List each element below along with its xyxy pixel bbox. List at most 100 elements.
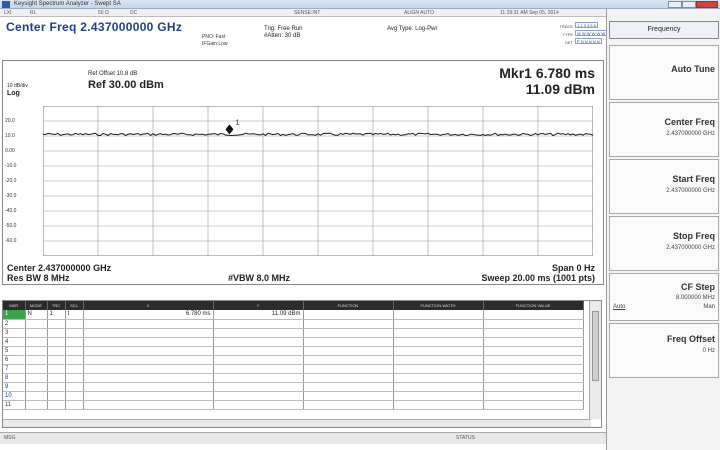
marker-table-cell (47, 400, 66, 410)
marker-table-row[interactable]: 2 (3, 319, 584, 329)
cf-step-auto[interactable]: Auto (613, 304, 625, 310)
marker-table-column-header: FUNCTION WIDTH (393, 301, 484, 310)
marker-table-cell (483, 310, 584, 320)
marker-table-column-header: FUNCTION (303, 301, 394, 310)
marker-table-cell (83, 328, 214, 338)
marker-table-row[interactable]: 3 (3, 328, 584, 338)
horizontal-scrollbar[interactable] (3, 419, 591, 427)
marker-table-cell (47, 355, 66, 365)
marker-table-cell (303, 319, 394, 329)
marker-table-column-header: FUNCTION VALUE (483, 301, 584, 310)
center-freq-button[interactable]: Center Freq 2.437000000 GHz (609, 102, 719, 157)
marker-table-column-header: X (83, 301, 214, 310)
marker-table-cell (65, 319, 84, 329)
plot-area[interactable]: 1 (43, 106, 593, 256)
measurement-header: Center Freq 2.437000000 GHz PNO: Fast IF… (2, 18, 608, 56)
marker-table-cell (393, 337, 484, 347)
marker-table-cell (83, 373, 214, 383)
marker-table-cell (83, 355, 214, 365)
type-value: W W W W W W (575, 30, 608, 36)
marker-table-cell (303, 310, 394, 320)
status-lxi: LXI (4, 10, 12, 16)
y-tick-label: -60.0 (5, 238, 17, 244)
window-titlebar: Keysight Spectrum Analyzer - Swept SA (0, 0, 720, 9)
marker-table-cell (303, 382, 394, 392)
marker-table-cell (83, 382, 214, 392)
marker-table-cell (303, 400, 394, 410)
marker-table-cell (213, 319, 304, 329)
marker-table-cell (25, 382, 48, 392)
marker-table-cell: 8 (3, 373, 26, 383)
marker-table-cell (25, 355, 48, 365)
marker-table-cell: 6.780 ms (83, 310, 214, 320)
cf-step-label: CF Step (680, 282, 715, 292)
marker-table-cell (483, 382, 584, 392)
det-value: P N N N N N (575, 38, 602, 44)
marker-table-cell: 11 (3, 400, 26, 410)
start-freq-button[interactable]: Start Freq 2.437000000 GHz (609, 159, 719, 214)
marker-table-cell (83, 400, 214, 410)
marker-table-row[interactable]: 11 (3, 400, 584, 410)
type-label: TYPE (562, 32, 573, 37)
res-bw-label: Res BW 8 MHz (7, 273, 70, 283)
softkey-menu-title: Frequency (609, 21, 719, 39)
marker-table-cell (83, 346, 214, 356)
det-label: DET (565, 40, 573, 45)
marker-table-cell (393, 355, 484, 365)
scroll-thumb[interactable] (592, 311, 599, 381)
cf-step-value: 8.000000 MHz (675, 295, 715, 301)
center-freq-title: Center Freq 2.437000000 GHz (6, 20, 183, 34)
instrument-status-row: LXI RL 50 Ω DC SENSE:INT ALIGN AUTO 11:2… (0, 9, 606, 17)
stop-freq-label: Stop Freq (673, 231, 715, 241)
center-freq-softkey-value: 2.437000000 GHz (666, 131, 715, 137)
marker-table-cell: t (65, 310, 84, 320)
marker-table-column-header: SCL (65, 301, 84, 310)
maximize-button[interactable] (682, 1, 696, 8)
minimize-button[interactable] (668, 1, 682, 8)
freq-offset-value: 0 Hz (702, 348, 715, 354)
marker-table-row[interactable]: 10 (3, 391, 584, 401)
marker-table-cell (25, 328, 48, 338)
marker-table-row[interactable]: 8 (3, 373, 584, 383)
marker-table-cell (47, 364, 66, 374)
freq-offset-button[interactable]: Freq Offset 0 Hz (609, 323, 719, 378)
stop-freq-value: 2.437000000 GHz (666, 245, 715, 251)
y-tick-label: -30.0 (5, 193, 17, 199)
marker-table-cell (303, 391, 394, 401)
marker-table-cell: 3 (3, 328, 26, 338)
stop-freq-button[interactable]: Stop Freq 2.437000000 GHz (609, 216, 719, 271)
vertical-scrollbar[interactable] (589, 301, 601, 419)
marker-table-cell (25, 337, 48, 347)
trig-label: Trig: Free Run #Atten: 30 dB (264, 26, 302, 40)
marker-table-cell (303, 373, 394, 383)
marker-table-cell: N (25, 310, 48, 320)
marker-table[interactable]: MKR MODE TRC SCL X Y FUNCTION FUNCTION WIDTH FUN… (2, 300, 602, 428)
sweep-label: Sweep 20.00 ms (1001 pts) (481, 273, 595, 283)
marker-table-header: MKR MODE TRC SCL X Y FUNCTION FUNCTION WIDTH FUN… (3, 301, 584, 310)
cf-step-man[interactable]: Man (703, 304, 715, 310)
marker-table-row[interactable]: 1 N 1 t 6.780 ms 11.09 dBm (3, 310, 584, 320)
y-tick-label: 20.0 (5, 118, 15, 124)
marker-table-row[interactable]: 9 (3, 382, 584, 392)
marker-table-cell (65, 337, 84, 347)
marker-table-column-header: MODE (25, 301, 48, 310)
marker-table-cell (303, 346, 394, 356)
marker-table-cell (25, 373, 48, 383)
start-freq-label: Start Freq (672, 174, 715, 184)
marker-table-cell: 1 (3, 310, 26, 320)
trace-graph[interactable]: Ref Offset 10.8 dB Ref 30.00 dBm 10 dB/d… (2, 60, 604, 285)
marker-table-cell (213, 382, 304, 392)
marker-table-row[interactable]: 7 (3, 364, 584, 374)
marker-table-row[interactable]: 5 (3, 346, 584, 356)
cf-step-button[interactable]: CF Step 8.000000 MHz Auto Man (609, 273, 719, 321)
marker-table-cell (393, 382, 484, 392)
close-button[interactable] (696, 1, 718, 8)
status-align: ALIGN AUTO (404, 10, 434, 16)
marker-table-cell (65, 382, 84, 392)
marker-table-row[interactable]: 4 (3, 337, 584, 347)
marker-table-cell (393, 346, 484, 356)
app-icon (2, 1, 10, 8)
auto-tune-button[interactable]: Auto Tune (609, 45, 719, 100)
window-title: Keysight Spectrum Analyzer - Swept SA (14, 1, 121, 7)
marker-table-row[interactable]: 6 (3, 355, 584, 365)
